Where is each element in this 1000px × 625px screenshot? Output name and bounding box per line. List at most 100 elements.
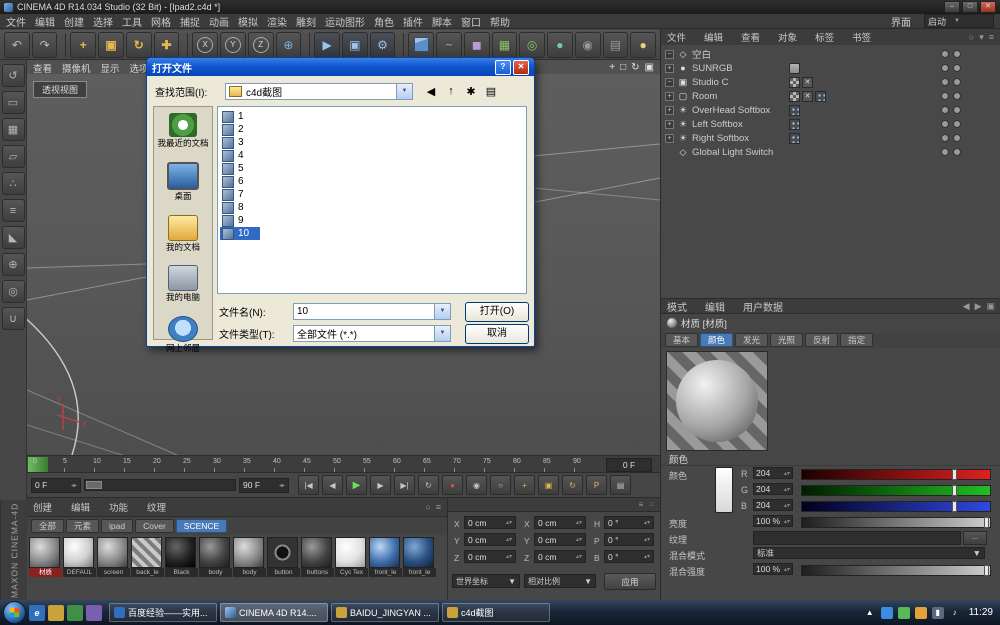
timeline-slider[interactable] (84, 479, 236, 491)
quicklaunch-folder-icon[interactable] (48, 605, 64, 621)
material-menu-item-3[interactable]: 纹理 (147, 500, 166, 514)
record-rotation-button[interactable]: ↻ (562, 475, 583, 495)
editor-visibility-dot[interactable] (941, 92, 949, 100)
render-view-button[interactable]: ▶ (314, 32, 340, 58)
material-item[interactable]: back_le (131, 537, 164, 577)
render-picture-viewer-button[interactable]: ▣ (342, 32, 368, 58)
size-x-field[interactable]: 0 cm▴▾ (534, 516, 586, 529)
render-visibility-dot[interactable] (953, 120, 961, 128)
tray-messenger-icon[interactable] (881, 607, 893, 619)
redo-button[interactable]: ↷ (32, 32, 58, 58)
lock-icon[interactable]: ▣ (986, 301, 995, 312)
material-menu-item-2[interactable]: 功能 (109, 500, 128, 514)
object-row[interactable]: +▢Room✕ (661, 89, 1000, 103)
menubar-item-16[interactable]: 帮助 (490, 14, 510, 29)
places-item[interactable]: 我的文档 (155, 215, 211, 253)
current-frame-marker[interactable] (28, 457, 48, 472)
material-thumbnail[interactable] (301, 537, 332, 568)
menubar-item-6[interactable]: 捕捉 (180, 14, 200, 29)
pos-y-field[interactable]: 0 cm▴▾ (464, 533, 516, 546)
attribute-menu-item-0[interactable]: 模式 (667, 299, 687, 314)
quicklaunch-browser-icon[interactable]: e (29, 605, 45, 621)
object-row[interactable]: −▣Studio C✕ (661, 75, 1000, 89)
menubar-item-8[interactable]: 模拟 (238, 14, 258, 29)
cancel-button[interactable]: 取消 (465, 324, 529, 344)
dots-tag-icon[interactable] (789, 105, 800, 116)
taskbar-task[interactable]: BAIDU_JINGYAN ... (331, 603, 439, 622)
material-thumbnail[interactable] (97, 537, 128, 568)
last-tool-button[interactable]: ✚ (154, 32, 180, 58)
view-pan-icon[interactable]: + (609, 62, 615, 73)
file-row[interactable]: 7 (220, 188, 264, 201)
expander-icon[interactable]: − (665, 50, 674, 59)
end-frame-field[interactable]: 90 F◂▸ (239, 478, 289, 493)
object-row[interactable]: +☀OverHead Softbox (661, 103, 1000, 117)
open-button[interactable]: 打开(O) (465, 302, 529, 322)
texx-tag-icon[interactable]: ✕ (802, 77, 813, 88)
lock-y-axis-button[interactable]: Y (220, 32, 246, 58)
play-button[interactable]: ▶ (346, 475, 367, 495)
expander-icon[interactable]: + (665, 106, 674, 115)
object-menu-item-2[interactable]: 查看 (741, 30, 760, 44)
menubar-item-9[interactable]: 渲染 (267, 14, 287, 29)
green-value-field[interactable]: 204▴▾ (753, 483, 793, 495)
clock[interactable]: 11:29 (969, 607, 993, 618)
back-icon[interactable]: ◀ (421, 83, 441, 100)
current-frame-field[interactable]: 0 F (606, 458, 652, 472)
menubar-item-11[interactable]: 运动图形 (325, 14, 365, 29)
editor-visibility-dot[interactable] (941, 64, 949, 72)
places-item[interactable]: 桌面 (155, 162, 211, 202)
render-visibility-dot[interactable] (953, 134, 961, 142)
goto-start-button[interactable]: |◀ (298, 475, 319, 495)
material-item[interactable]: Black (165, 537, 198, 577)
minimize-button[interactable]: – (944, 1, 960, 13)
attribute-menu-item-2[interactable]: 用户数据 (743, 299, 783, 314)
file-row[interactable]: 2 (220, 123, 264, 136)
panel-menu-icon[interactable]: ≡ (989, 32, 994, 43)
filetype-select[interactable]: 全部文件 (*.*) ▼ (293, 325, 451, 342)
brightness-slider[interactable] (801, 517, 991, 528)
record-position-button[interactable]: + (514, 475, 535, 495)
editor-visibility-dot[interactable] (941, 106, 949, 114)
search-icon[interactable]: ○ (969, 32, 974, 43)
material-thumbnail[interactable] (233, 537, 264, 568)
editor-visibility-dot[interactable] (941, 120, 949, 128)
new-folder-icon[interactable]: ✱ (461, 83, 481, 100)
places-item[interactable]: 我的电脑 (155, 265, 211, 303)
viewport-label[interactable]: 透视视图 (33, 81, 87, 98)
material-thumbnail[interactable] (369, 537, 400, 568)
rotate-tool-button[interactable]: ↻ (126, 32, 152, 58)
loop-button[interactable]: ↻ (418, 475, 439, 495)
channel-tab-4[interactable]: 反射 (805, 333, 838, 347)
history-back-icon[interactable]: ◀ (963, 301, 970, 312)
material-tab-1[interactable]: 元素 (66, 519, 99, 533)
render-visibility-dot[interactable] (953, 92, 961, 100)
channel-tab-5[interactable]: 指定 (840, 333, 873, 347)
coordinate-system-button[interactable]: ⊕ (276, 32, 302, 58)
record-parameter-button[interactable]: P (586, 475, 607, 495)
model-mode-button[interactable]: ▭ (2, 91, 25, 114)
tray-security-icon[interactable] (898, 607, 910, 619)
editor-visibility-dot[interactable] (941, 78, 949, 86)
file-row[interactable]: 1 (220, 110, 264, 123)
goto-end-button[interactable]: ▶| (394, 475, 415, 495)
menubar-item-13[interactable]: 插件 (403, 14, 423, 29)
channel-tab-3[interactable]: 光照 (770, 333, 803, 347)
menubar-item-1[interactable]: 编辑 (35, 14, 55, 29)
material-item[interactable]: front_le (369, 537, 402, 577)
menubar-item-4[interactable]: 工具 (122, 14, 142, 29)
red-value-field[interactable]: 204▴▾ (753, 467, 793, 479)
expander-icon[interactable]: + (665, 120, 674, 129)
channel-tab-0[interactable]: 基本 (665, 333, 698, 347)
add-cube-button[interactable] (408, 32, 434, 58)
file-row[interactable]: 4 (220, 149, 264, 162)
dots-tag-icon[interactable] (815, 91, 826, 102)
rot-h-field[interactable]: 0 °▴▾ (604, 516, 654, 529)
mix-strength-slider-handle[interactable] (984, 565, 989, 576)
dialog-close-button[interactable]: ✕ (513, 60, 529, 75)
places-item[interactable]: 我最近的文档 (155, 113, 211, 149)
tex-tag-icon[interactable] (789, 77, 800, 88)
blue-slider[interactable] (801, 501, 991, 512)
mix-mode-select[interactable]: 标准▼ (753, 547, 985, 559)
menubar-item-15[interactable]: 窗口 (461, 14, 481, 29)
